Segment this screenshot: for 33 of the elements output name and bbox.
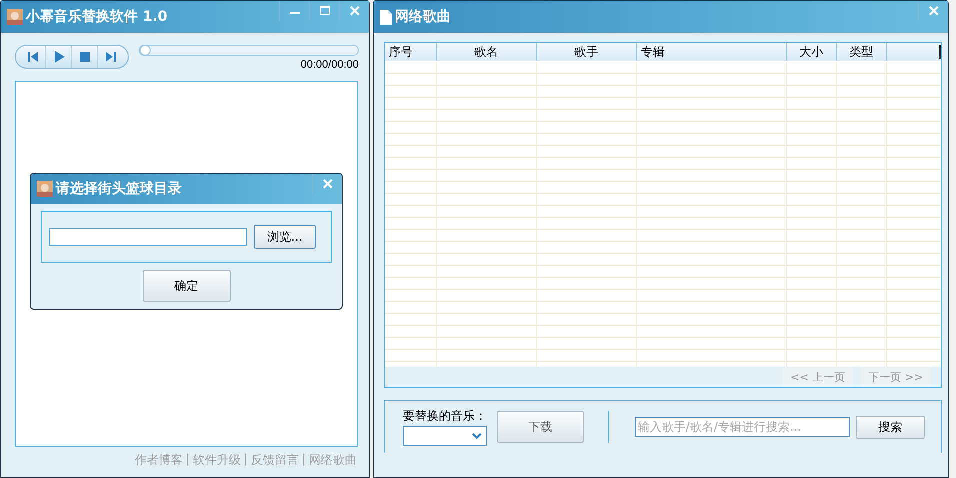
separator-text: | [186,452,190,468]
time-display: 00:00/00:00 [300,59,359,71]
replace-label: 要替换的音乐： [403,408,487,425]
avatar-icon [7,9,23,25]
play-icon [52,51,64,63]
previous-icon [26,51,38,63]
window-title: 小幂音乐替换软件 1.0 [26,8,168,26]
next-icon [105,51,117,63]
dialog-title: 请选择街头篮球目录 [56,180,182,198]
search-field[interactable]: 输入歌手/歌名/专辑进行搜索... [634,417,850,437]
stop-icon [78,51,90,63]
separator-text: | [244,452,248,468]
column-header[interactable]: 歌手 [537,43,637,61]
chevron-down-icon [472,432,482,440]
close-icon [350,6,360,16]
music-dropdown[interactable] [403,426,487,446]
separator-text: | [302,452,306,468]
column-header[interactable]: 歌名 [437,43,537,61]
search-button[interactable]: 搜索 [856,416,925,438]
avatar-icon [37,181,53,197]
column-header[interactable]: 专辑 [637,43,787,61]
column-header[interactable]: 类型 [837,43,887,61]
ok-button[interactable]: 确定 [142,270,230,302]
column-header[interactable]: 大小 [787,43,837,61]
document-icon [380,10,392,24]
close-icon [928,6,938,16]
path-input-field[interactable] [49,228,247,246]
close-icon [322,179,332,189]
window-title: 网络歌曲 [395,8,451,26]
browse-button[interactable]: 浏览... [254,225,316,249]
column-header[interactable]: 序号 [385,43,437,61]
maximize-icon [320,6,330,16]
progress-slider[interactable] [139,45,359,56]
